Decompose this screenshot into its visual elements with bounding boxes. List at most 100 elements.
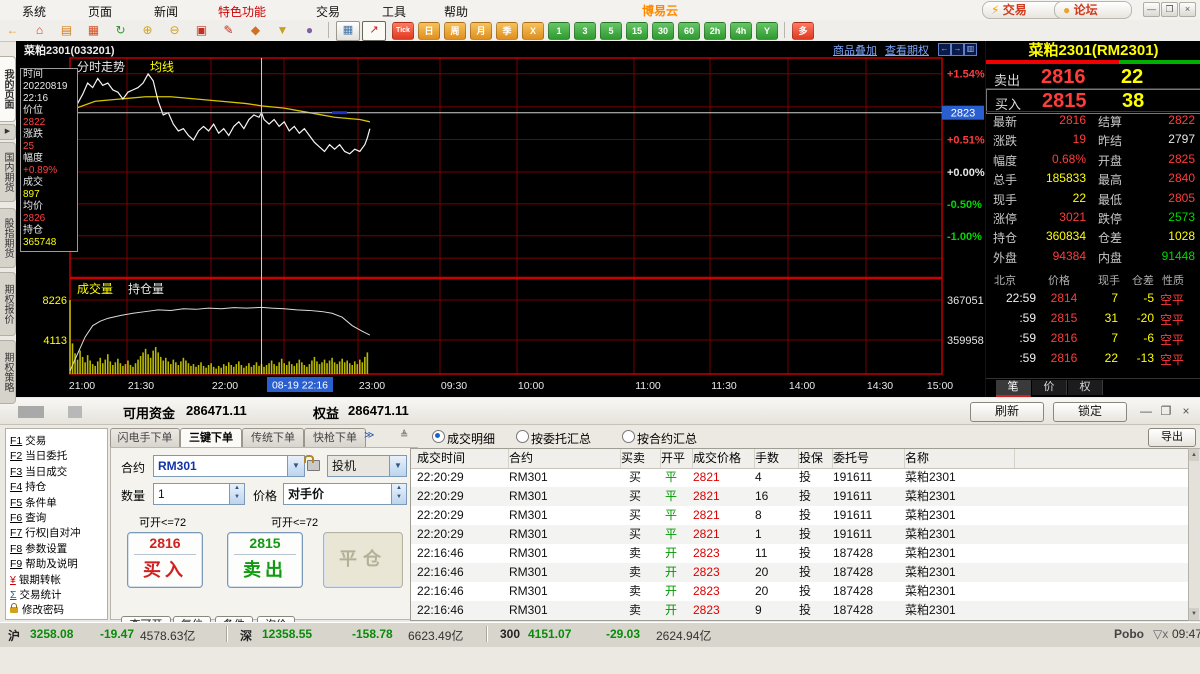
quote-tab-笔[interactable]: 笔	[996, 380, 1031, 397]
order-tab-快枪下单[interactable]: 快枪下单	[304, 428, 366, 447]
export-button[interactable]: 导出	[1148, 428, 1196, 447]
period-button-周[interactable]: 周	[444, 22, 466, 40]
price-mode-select[interactable]: 对手价▲▼	[283, 483, 407, 505]
spinner-icons[interactable]: ▲▼	[229, 484, 244, 504]
left-tabs-arrow-icon[interactable]: ▶	[0, 124, 16, 140]
ask-row[interactable]: 卖出 2816 22	[986, 66, 1200, 89]
chevron-down-icon[interactable]: ▼	[389, 456, 406, 476]
period-button-X[interactable]: X	[522, 22, 544, 40]
back-arrow-icon[interactable]: ←	[4, 22, 21, 38]
period-button-30[interactable]: 30	[652, 22, 674, 40]
table-row[interactable]: 22:20:29RM301买平28218投191611菜粕2301	[411, 506, 1189, 525]
quote-tab-价[interactable]: 价	[1032, 380, 1067, 395]
minimize-button[interactable]: —	[1143, 2, 1160, 17]
tree-item-当日委托[interactable]: F2当日委托	[10, 448, 67, 463]
quote-table-button[interactable]: ▦	[336, 21, 360, 41]
radio-按委托汇总[interactable]	[516, 430, 529, 443]
table-row[interactable]: 22:16:46RM301卖开282320投187428菜粕2301	[411, 582, 1189, 601]
tree-item-参数设置[interactable]: F8参数设置	[10, 541, 67, 556]
close-position-button[interactable]: 平仓	[323, 532, 403, 588]
col-header-成交时间[interactable]: 成交时间	[411, 449, 509, 468]
col-header-成交价格[interactable]: 成交价格	[687, 449, 755, 468]
zoom-out-icon[interactable]: ⊖	[166, 22, 183, 38]
period-button-2h[interactable]: 2h	[704, 22, 726, 40]
trade-minimize-icon[interactable]: —	[1138, 404, 1154, 418]
window-mode-icon[interactable]: ▥	[964, 43, 977, 56]
order-tab-闪电手下单[interactable]: 闪电手下单	[110, 428, 180, 447]
trend-chart-button[interactable]: ↗	[362, 21, 386, 41]
forum-button[interactable]: ● 论坛	[1054, 1, 1132, 19]
tree-item-交易[interactable]: F1交易	[10, 433, 46, 448]
table-scrollbar[interactable]: ▲ ▼	[1188, 448, 1200, 621]
table-row[interactable]: 22:16:46RM301卖开28239投187428菜粕2301	[411, 601, 1189, 620]
radio-成交明细[interactable]	[432, 430, 445, 443]
menu-item-页面[interactable]: 页面	[84, 2, 116, 21]
lock-button[interactable]: 锁定	[1053, 402, 1127, 422]
tree-item-条件单[interactable]: F5条件单	[10, 495, 57, 510]
table-row[interactable]: 22:16:46RM301卖开282320投187428菜粕2301	[411, 563, 1189, 582]
collapse-panel-icon[interactable]: ≜	[400, 430, 408, 441]
left-tab-期权策略[interactable]: 期权策略	[0, 340, 16, 404]
tree-item-当日成交[interactable]: F3当日成交	[10, 464, 67, 479]
tree-item-交易统计[interactable]: Σ交易统计	[10, 587, 62, 602]
tabs-more-icon[interactable]: ≫	[364, 430, 374, 441]
table-row[interactable]: 22:20:29RM301买平28214投191611菜粕2301	[411, 468, 1189, 487]
unlock-icon[interactable]	[307, 460, 320, 471]
table-row[interactable]: 22:20:29RM301买平282116投191611菜粕2301	[411, 487, 1189, 506]
period-button-日[interactable]: 日	[418, 22, 440, 40]
left-tab-我的页面[interactable]: 我的页面	[0, 56, 16, 122]
period-button-3[interactable]: 3	[574, 22, 596, 40]
view-options-link[interactable]: 查看期权	[885, 42, 929, 58]
hedge-select[interactable]: 投机▼	[327, 455, 407, 477]
col-header-手数[interactable]: 手数	[749, 449, 799, 468]
intraday-chart[interactable]: +1.54%+0.51%+0.00%-0.50%-1.00%2823822641…	[16, 57, 985, 397]
edit-pencil-icon[interactable]: ✎	[220, 22, 237, 38]
pages-icon[interactable]: ▤	[58, 22, 75, 38]
table-row[interactable]: 22:20:29RM301买平28211投191611菜粕2301	[411, 525, 1189, 544]
filter-icon[interactable]: ▼	[274, 22, 291, 38]
close-button[interactable]: ×	[1179, 2, 1196, 17]
tree-item-行权|自对冲[interactable]: F7行权|自对冲	[10, 525, 81, 540]
menu-item-系统[interactable]: 系统	[18, 2, 50, 21]
trade-restore-icon[interactable]: ❐	[1158, 404, 1174, 418]
alarm-icon[interactable]: ◆	[247, 22, 264, 38]
sell-button[interactable]: 2815卖出	[227, 532, 303, 588]
order-tab-传统下单[interactable]: 传统下单	[242, 428, 304, 447]
blocks-icon[interactable]: ▣	[193, 22, 210, 38]
menu-item-帮助[interactable]: 帮助	[440, 2, 472, 21]
left-tab-期权报价[interactable]: 期权报价	[0, 272, 16, 336]
menu-item-特色功能[interactable]: 特色功能	[214, 2, 270, 21]
period-button-Y[interactable]: Y	[756, 22, 778, 40]
refresh-button[interactable]: 刷新	[970, 402, 1044, 422]
period-button-Tick[interactable]: Tick	[392, 22, 414, 40]
period-button-多[interactable]: 多	[792, 22, 814, 40]
scroll-down-icon[interactable]: ▼	[1189, 608, 1199, 620]
overlay-commodity-link[interactable]: 商品叠加	[833, 42, 877, 58]
left-tab-国内期货[interactable]: 国内期货	[0, 142, 16, 202]
menu-item-交易[interactable]: 交易	[312, 2, 344, 21]
period-button-月[interactable]: 月	[470, 22, 492, 40]
menu-item-新闻[interactable]: 新闻	[150, 2, 182, 21]
col-header-合约[interactable]: 合约	[503, 449, 621, 468]
home-icon[interactable]: ⌂	[31, 22, 48, 38]
period-button-季[interactable]: 季	[496, 22, 518, 40]
period-button-15[interactable]: 15	[626, 22, 648, 40]
menu-item-工具[interactable]: 工具	[378, 2, 410, 21]
col-header-委托号[interactable]: 委托号	[827, 449, 905, 468]
tree-item-查询[interactable]: F6查询	[10, 510, 46, 525]
quote-tab-权[interactable]: 权	[1068, 380, 1103, 395]
filter-x-icon[interactable]: ▽x	[1153, 627, 1168, 641]
radio-按合约汇总[interactable]	[622, 430, 635, 443]
refresh-icon[interactable]: ↻	[112, 22, 129, 38]
calculator-icon[interactable]: ▦	[85, 22, 102, 38]
maximize-button[interactable]: ❐	[1161, 2, 1178, 17]
chevron-down-icon[interactable]: ▼	[287, 456, 304, 476]
trade-close-icon[interactable]: ×	[1178, 404, 1194, 418]
spinner-icons[interactable]: ▲▼	[391, 484, 406, 504]
prev-contract-icon[interactable]: ←	[938, 43, 951, 56]
order-tab-三键下单[interactable]: 三键下单	[180, 428, 242, 447]
left-tab-股指期货[interactable]: 股指期货	[0, 208, 16, 268]
qty-input[interactable]: 1▲▼	[153, 483, 245, 505]
next-contract-icon[interactable]: →	[951, 43, 964, 56]
tree-item-修改密码[interactable]: 修改密码	[10, 602, 64, 617]
